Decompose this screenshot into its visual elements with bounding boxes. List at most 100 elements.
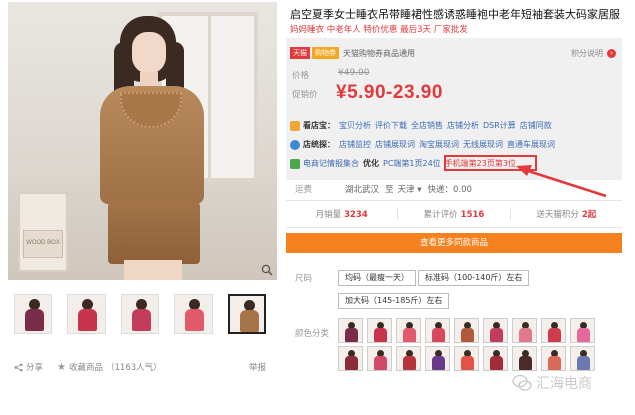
plugin-link[interactable]: 店铺分析	[447, 120, 479, 131]
thumbnail[interactable]	[14, 294, 53, 334]
ship-from: 湖北武汉	[345, 185, 380, 195]
total-reviews[interactable]: 累计评价 1516	[398, 208, 511, 220]
color-swatch[interactable]	[483, 318, 508, 343]
color-swatch[interactable]	[338, 346, 363, 371]
promo-price-label: 促销价	[292, 90, 318, 100]
color-swatch[interactable]	[367, 318, 392, 343]
color-swatch[interactable]	[512, 318, 537, 343]
plugin-row-3-label[interactable]: 电商记情报集合	[303, 158, 359, 169]
dianshangji-icon	[290, 158, 300, 169]
color-swatch[interactable]	[396, 318, 421, 343]
stat-value: 1516	[460, 210, 485, 220]
color-swatch[interactable]	[338, 318, 363, 343]
color-swatch[interactable]	[570, 318, 595, 343]
color-swatch[interactable]	[454, 346, 479, 371]
swatch-dress	[461, 328, 474, 342]
swatch-dress	[490, 356, 503, 370]
report-link[interactable]: 举报	[249, 361, 266, 373]
plugin-link[interactable]: 无线展现词	[463, 139, 503, 150]
color-swatch[interactable]	[367, 346, 392, 371]
plugin-link[interactable]: 店铺展现词	[375, 139, 415, 150]
plugin-row-2: 店统探： 店铺监控 店铺展现词 淘宝展现词 无线展现词 直通车展现词	[290, 139, 559, 150]
wood-box: WOOD BOX	[23, 230, 63, 258]
color-swatch[interactable]	[425, 318, 450, 343]
star-icon: ★	[57, 361, 66, 373]
color-swatch[interactable]	[570, 346, 595, 371]
color-swatch[interactable]	[541, 346, 566, 371]
color-swatch[interactable]	[396, 346, 421, 371]
color-swatch[interactable]	[541, 318, 566, 343]
main-product-image[interactable]: WOOD BOX	[8, 2, 277, 280]
favorite-button[interactable]: ★ 收藏商品 （1163人气）	[57, 361, 162, 374]
original-price: ¥49.00	[338, 68, 370, 78]
plugin-link[interactable]: DSR计算	[483, 120, 516, 131]
tmall-coupon-row: 天猫 购物券 天猫购物券商品通用 积分说明 ›	[290, 46, 616, 60]
color-swatch[interactable]	[512, 346, 537, 371]
plugin-row-2-label: 店统探：	[303, 140, 335, 149]
diantongtan-icon	[290, 139, 300, 150]
stat-value: 2起	[581, 210, 597, 220]
color-swatch[interactable]	[483, 346, 508, 371]
shipping-row: 运费 湖北武汉 至 天津 ▾ 快递：0.00	[295, 183, 622, 195]
model-face	[132, 32, 166, 74]
product-subtitle: 妈妈睡衣 中老年人 特价优惠 最后3天 厂家批发	[290, 25, 468, 35]
plugin-link[interactable]: 全店销售	[411, 120, 443, 131]
view-more-similar-button[interactable]: 查看更多同款商品	[286, 233, 622, 253]
wood-box-text: WOOD BOX	[26, 240, 60, 246]
thumb-dress	[131, 309, 151, 331]
swatch-dress	[345, 356, 358, 370]
pajama-shorts	[108, 202, 200, 264]
zoom-icon[interactable]	[261, 264, 273, 276]
monthly-sales: 月销量 3234	[286, 208, 399, 220]
product-title: 启空夏季女士睡衣吊带睡裙性感诱惑睡袍中老年短袖套装大码家居服	[290, 8, 620, 21]
swatch-dress	[519, 328, 532, 342]
size-option[interactable]: 标准码（100-140斤）左右	[418, 270, 530, 286]
color-swatch[interactable]	[425, 346, 450, 371]
swatch-dress	[374, 356, 387, 370]
size-label: 尺码	[295, 274, 313, 284]
thumbnail-active[interactable]	[227, 294, 266, 334]
swatch-dress	[345, 328, 358, 342]
share-button[interactable]: 分享	[14, 361, 43, 373]
watermark-text: 汇海电商	[536, 376, 592, 392]
thumbnail[interactable]	[174, 294, 213, 334]
swatch-dress	[519, 356, 532, 370]
optimize-label: 优化	[363, 159, 379, 168]
color-swatch[interactable]	[454, 318, 479, 343]
swatch-dress	[374, 328, 387, 342]
plugin-link[interactable]: 评价下载	[375, 120, 407, 131]
size-option[interactable]: 加大码（145-185斤）左右	[338, 293, 450, 309]
thumb-dress	[185, 309, 205, 331]
plugin-link[interactable]: 淘宝展现词	[419, 139, 459, 150]
promo-price: ¥5.90-23.90	[336, 82, 443, 103]
swatch-dress	[403, 356, 416, 370]
tmall-badge: 天猫	[290, 47, 310, 59]
pc-rank[interactable]: PC端第1页24位	[383, 158, 441, 169]
ship-to-word: 至	[385, 185, 394, 195]
model-legs	[124, 260, 182, 280]
thumb-dress	[78, 309, 98, 331]
chevron-down-icon: ▾	[417, 185, 422, 195]
swatch-dress	[432, 328, 445, 342]
report-label: 举报	[248, 363, 266, 373]
points-info-link[interactable]: 积分说明 ›	[571, 48, 616, 59]
size-option[interactable]: 均码（最瘦一天）	[338, 270, 416, 286]
thumbnail[interactable]	[120, 294, 160, 334]
ship-to-value: 天津	[397, 185, 415, 195]
swatch-dress	[577, 356, 590, 370]
swatch-dress	[548, 356, 561, 370]
tmall-coupon-text: 天猫购物券商品通用	[343, 48, 415, 58]
stat-label: 累计评价	[423, 210, 458, 220]
favorite-count: （1163人气）	[106, 363, 162, 373]
thumbnail[interactable]	[67, 294, 106, 334]
ship-to-select[interactable]: 天津 ▾	[398, 183, 422, 195]
plugin-link[interactable]: 店铺监控	[339, 139, 371, 150]
plugin-link[interactable]: 店铺同款	[520, 120, 552, 131]
points-label: 积分说明	[571, 48, 603, 58]
tmall-points: 送天猫积分 2起	[511, 208, 622, 220]
plugin-link[interactable]: 宝贝分析	[339, 120, 371, 131]
price-panel: 天猫 购物券 天猫购物券商品通用 积分说明 › 价格 ¥49.00 促销价 ¥5…	[286, 38, 622, 180]
watermark: 汇海电商	[512, 373, 592, 393]
thumbnail-strip	[14, 294, 266, 334]
plugin-link[interactable]: 直通车展现词	[507, 139, 555, 150]
